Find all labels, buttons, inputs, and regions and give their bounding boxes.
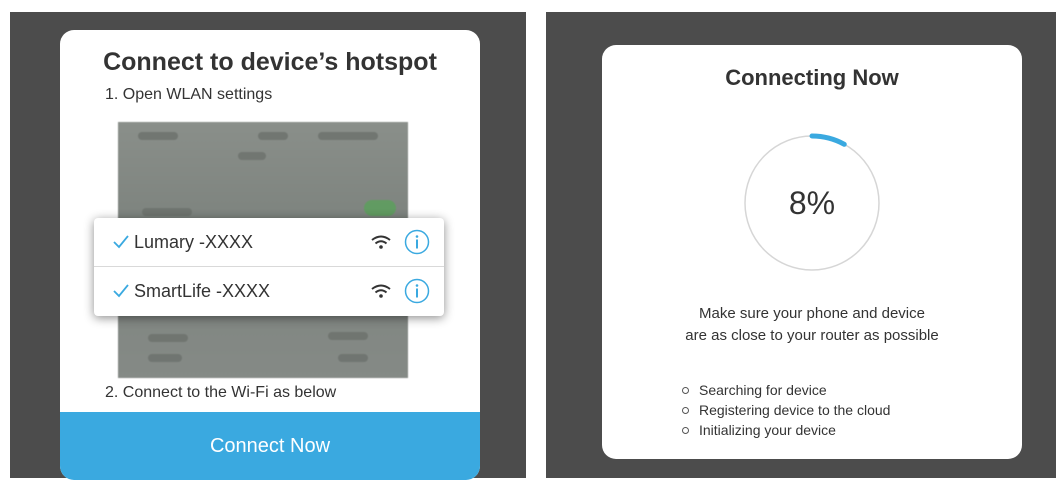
connecting-title: Connecting Now [725,65,899,90]
check-icon [113,235,129,249]
network-name: Lumary -XXXX [134,231,254,252]
hotspot-title: Connect to device’s hotspot [103,48,437,76]
connecting-card: Connecting Now 8% Make sure your phone a… [602,45,1022,459]
step-two-label: 2. Connect to the Wi-Fi as below [105,384,337,401]
progress-percent: 8% [788,184,836,221]
proximity-tip-line-2: are as close to your router as possible [685,327,939,344]
status-item: Registering device to the cloud [682,400,890,420]
status-item: Initializing your device [682,420,890,440]
wifi-network-list: Lumary -XXXX SmartLife -XXXX [94,218,444,316]
check-icon [113,284,129,298]
status-text: Searching for device [699,382,827,398]
bullet-icon [682,426,689,434]
wifi-signal-icon [371,235,391,249]
proximity-tip-line-1: Make sure your phone and device [699,305,925,322]
network-name: SmartLife -XXXX [134,280,271,301]
info-icon[interactable] [404,278,430,304]
bullet-icon [682,386,689,394]
connecting-panel: Connecting Now 8% Make sure your phone a… [546,12,1056,478]
bullet-icon [682,406,689,414]
status-list: Searching for device Registering device … [682,380,890,440]
wifi-network-item[interactable]: Lumary -XXXX [94,218,444,267]
info-icon[interactable] [404,229,430,255]
step-one-label: 1. Open WLAN settings [105,86,273,103]
status-item: Searching for device [682,380,890,400]
status-text: Initializing your device [699,422,836,438]
hotspot-panel: Connect to device’s hotspot 1. Open WLAN… [10,12,526,480]
connect-now-button[interactable]: Connect Now [60,412,480,480]
status-text: Registering device to the cloud [699,402,891,418]
wifi-signal-icon [371,284,391,298]
hotspot-card: Connect to device’s hotspot 1. Open WLAN… [60,30,480,480]
wifi-network-item[interactable]: SmartLife -XXXX [94,267,444,315]
